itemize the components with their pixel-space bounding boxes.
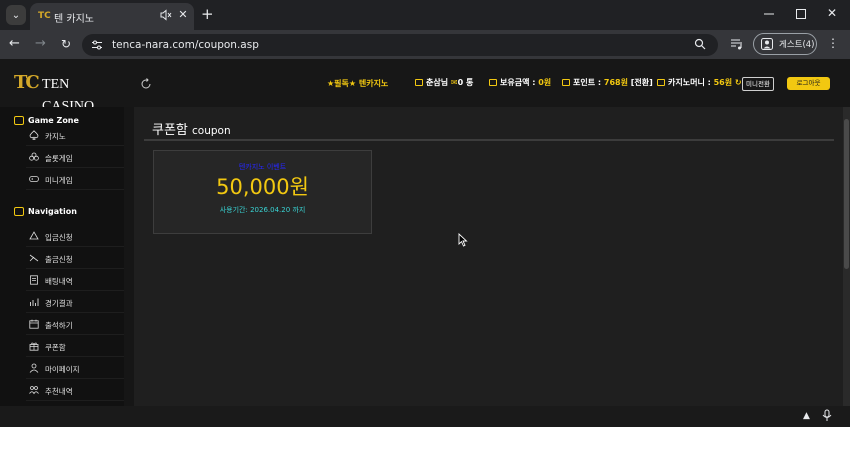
navigation-heading: Navigation [14,207,77,216]
sidebar-item-label: 슬롯게임 [45,154,73,163]
sidebar-item-coupons[interactable]: 쿠폰함 [26,336,124,357]
game-zone-heading: Game Zone [14,116,79,125]
wallet-icon [489,79,497,86]
web-page: TC TEN CASINO ★필독★ 텐카지노 춘삼님 ✉0 통 보유금액 : … [0,59,850,406]
sidebar-item-label: 배팅내역 [45,277,73,286]
tab-list-icon[interactable]: ⌄ [6,5,26,25]
sidebar-item-label: 마이페이지 [45,365,80,374]
profile-label: 게스트(4) [779,40,815,50]
game-zone-icon [14,116,24,125]
sidebar-divider [124,107,134,406]
sidebar-item-slots[interactable]: 슬롯게임 [26,147,124,168]
sidebar-item-label: 카지노 [45,132,66,141]
deposit-icon [29,231,39,240]
results-icon [30,298,39,306]
url-text: tenca-nara.com/coupon.asp [112,39,259,51]
points-status: 포인트 : 768원 [전환] [562,77,653,88]
mouse-cursor-icon [458,233,468,247]
site-favicon-icon: TC [38,11,51,21]
sidebar-item-casino[interactable]: 카지노 [26,125,124,146]
coupon-amount: 50,000원 [216,175,309,199]
scrollbar-thumb[interactable] [844,119,849,269]
os-taskbar: ▲ [0,406,850,427]
coupon-label: 텐카지노 이벤트 [238,163,287,171]
sidebar-item-label: 입금신청 [45,233,73,242]
browser-tab[interactable]: TC 텐 카지노 ✕ [30,3,194,30]
logout-button[interactable]: 로그아웃 [787,77,830,90]
sidebar-item-attendance[interactable]: 출석하기 [26,314,124,335]
sidebar-item-label: 출금신청 [45,255,73,264]
notice-marquee[interactable]: ★필독★ 텐카지노 [327,78,388,89]
media-controls-icon[interactable] [730,38,744,50]
minimize-icon[interactable] [764,7,774,21]
sidebar-item-deposit[interactable]: 입금신청 [26,226,124,247]
sidebar-item-label: 출석하기 [45,321,73,330]
title-divider [144,139,834,141]
betting-history-icon [30,275,38,285]
sidebar-item-mypage[interactable]: 마이페이지 [26,358,124,379]
address-bar[interactable]: tenca-nara.com/coupon.asp [82,34,718,56]
casino-refresh-icon[interactable]: ↻ [735,78,742,87]
new-tab-icon[interactable]: + [201,6,214,22]
tab-title: 텐 카지노 [54,14,94,25]
sidebar-item-label: 경기결과 [45,299,73,308]
message-icon[interactable]: ✉ [451,78,458,87]
profile-button[interactable]: 게스트(4) [753,33,817,55]
user-icon [415,79,423,86]
back-arrow-icon[interactable]: ← [9,37,20,51]
page-title: 쿠폰함 coupon [152,123,231,138]
close-window-icon[interactable]: ✕ [827,6,837,20]
sidebar-item-label: 미니게임 [45,176,73,185]
profile-icon [761,38,773,50]
speaker-muted-icon[interactable] [160,9,172,21]
user-icon [29,363,39,373]
coupon-expiry: 사용기간: 2026.04.20 까지 [219,206,306,214]
casino-money-status: 카지노머니 : 56원 ↻ [657,77,742,88]
casino-money-icon [657,79,665,86]
sidebar-item-label: 추천내역 [45,387,73,396]
zoom-icon[interactable] [694,38,706,50]
sidebar-item-results[interactable]: 경기결과 [26,292,124,313]
microphone-icon[interactable] [821,409,833,422]
forward-arrow-icon[interactable]: → [35,37,46,51]
sidebar: Game Zone 카지노 슬롯게임 미니게임 Navigation 입금신청 … [0,107,124,406]
sidebar-item-label: 쿠폰함 [45,343,66,352]
site-header: TC TEN CASINO ★필독★ 텐카지노 춘삼님 ✉0 통 보유금액 : … [0,59,850,114]
reload-icon[interactable]: ↻ [61,37,71,51]
points-convert-link[interactable]: [전환] [631,78,653,87]
browser-toolbar: ← → ↻ tenca-nara.com/coupon.asp 게스트(4) ⋮ [0,30,850,59]
gamepad-icon [29,176,39,182]
club-icon [29,152,39,161]
logo-mark: TC [14,72,40,93]
navigation-icon [14,207,24,216]
refresh-icon[interactable] [140,78,152,90]
user-status: 춘삼님 ✉0 통 [415,77,473,88]
sidebar-item-referrals[interactable]: 추천내역 [26,380,124,401]
withdraw-icon [29,254,39,262]
maximize-icon[interactable] [796,9,806,19]
sidebar-item-betting-history[interactable]: 배팅내역 [26,270,124,291]
mini-convert-button[interactable]: 미니전환 [742,77,774,91]
screen-bottom-area [0,427,850,466]
page-scrollbar[interactable] [843,107,850,406]
spade-icon [29,130,39,140]
chevron-up-icon[interactable]: ▲ [803,411,810,421]
site-logo[interactable]: TC TEN CASINO [14,70,124,114]
site-info-icon[interactable] [91,39,103,51]
more-menu-icon[interactable]: ⋮ [827,36,839,50]
points-icon [562,79,570,86]
coupon-card[interactable]: 텐카지노 이벤트 50,000원 사용기간: 2026.04.20 까지 [153,150,372,234]
gift-icon [29,342,39,351]
calendar-icon [29,319,39,329]
close-tab-icon[interactable]: ✕ [177,8,189,22]
balance-status: 보유금액 : 0원 [489,77,551,88]
referral-icon [29,386,39,395]
sidebar-item-withdraw[interactable]: 출금신청 [26,248,124,269]
browser-tab-strip: ⌄ TC 텐 카지노 ✕ + ✕ [0,0,850,30]
sidebar-item-minigame[interactable]: 미니게임 [26,169,124,190]
